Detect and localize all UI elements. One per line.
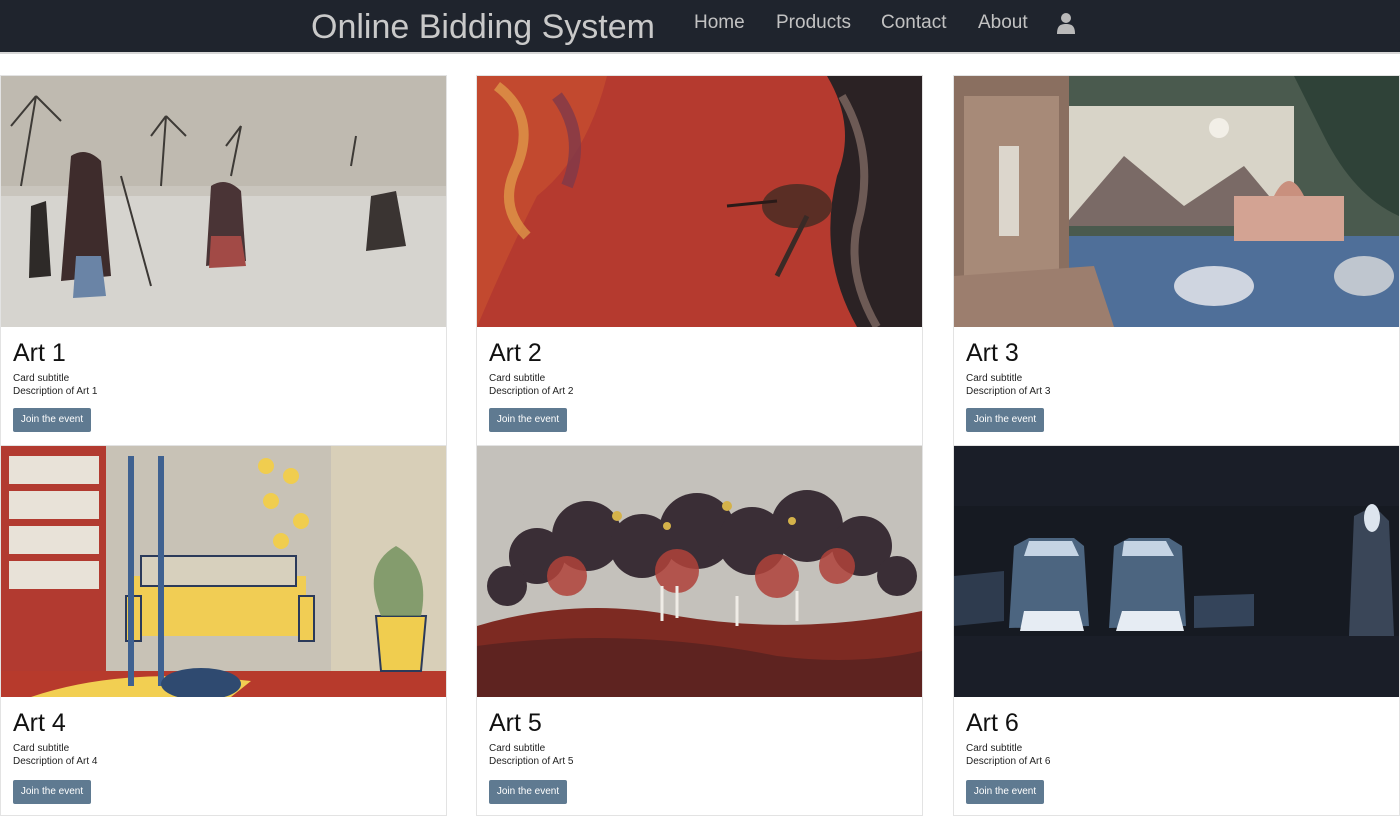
join-event-button[interactable]: Join the event <box>966 408 1044 432</box>
art-card: Art 6 Card subtitle Description of Art 6… <box>953 445 1400 816</box>
card-title: Art 2 <box>489 339 542 367</box>
art-1-image[interactable] <box>1 76 446 327</box>
card-description: Description of Art 4 <box>13 756 98 767</box>
nav-contact[interactable]: Contact <box>881 10 946 36</box>
card-title: Art 6 <box>966 709 1019 737</box>
card-title: Art 4 <box>13 709 66 737</box>
join-event-button[interactable]: Join the event <box>13 408 91 432</box>
card-subtitle: Card subtitle <box>13 743 70 754</box>
join-event-button[interactable]: Join the event <box>966 780 1044 804</box>
nav-products[interactable]: Products <box>776 10 851 36</box>
art-5-image[interactable] <box>477 446 922 697</box>
art-3-image[interactable] <box>954 76 1399 327</box>
join-event-button[interactable]: Join the event <box>489 780 567 804</box>
card-description: Description of Art 2 <box>489 386 574 397</box>
nav-home[interactable]: Home <box>694 10 745 36</box>
card-subtitle: Card subtitle <box>966 743 1023 754</box>
card-title: Art 1 <box>13 339 66 367</box>
card-subtitle: Card subtitle <box>489 373 546 384</box>
top-navbar: Online Bidding System Home Products Cont… <box>0 0 1400 54</box>
art-2-image[interactable] <box>477 76 922 327</box>
card-subtitle: Card subtitle <box>13 373 70 384</box>
art-card: Art 5 Card subtitle Description of Art 5… <box>476 445 923 816</box>
art-card: Art 3 Card subtitle Description of Art 3… <box>953 75 1400 446</box>
art-6-image[interactable] <box>954 446 1399 697</box>
card-subtitle: Card subtitle <box>489 743 546 754</box>
card-description: Description of Art 1 <box>13 386 98 397</box>
nav-about[interactable]: About <box>978 10 1028 36</box>
card-description: Description of Art 3 <box>966 386 1051 397</box>
art-card: Art 1 Card subtitle Description of Art 1… <box>0 75 447 446</box>
art-4-image[interactable] <box>1 446 446 697</box>
art-card: Art 2 Card subtitle Description of Art 2… <box>476 75 923 446</box>
card-description: Description of Art 5 <box>489 756 574 767</box>
join-event-button[interactable]: Join the event <box>13 780 91 804</box>
card-title: Art 3 <box>966 339 1019 367</box>
brand-title[interactable]: Online Bidding System <box>311 6 655 48</box>
card-description: Description of Art 6 <box>966 756 1051 767</box>
card-subtitle: Card subtitle <box>966 373 1023 384</box>
card-title: Art 5 <box>489 709 542 737</box>
art-card: Art 4 Card subtitle Description of Art 4… <box>0 445 447 816</box>
join-event-button[interactable]: Join the event <box>489 408 567 432</box>
user-icon[interactable] <box>1056 12 1076 34</box>
